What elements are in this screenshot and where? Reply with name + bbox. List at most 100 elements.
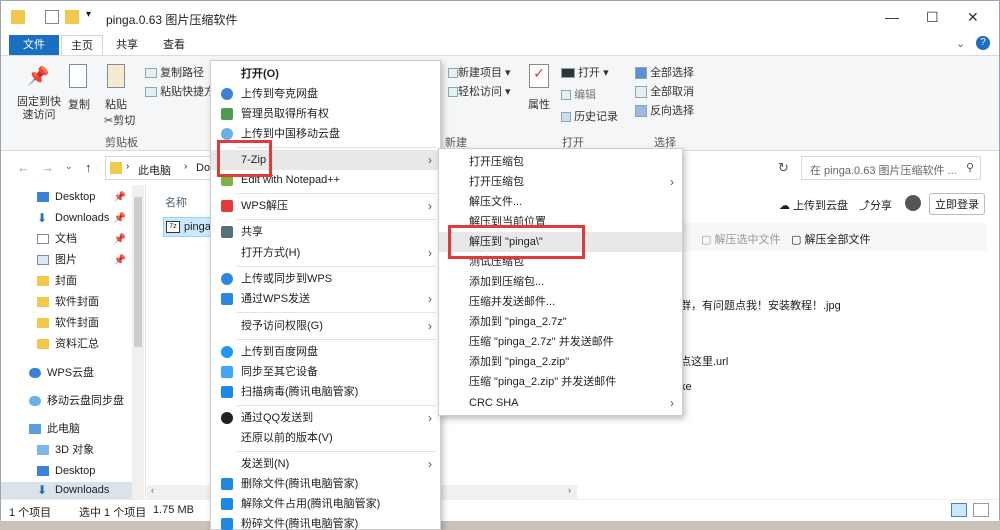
nav-item-pictures[interactable]: 图片 📌: [1, 250, 144, 271]
pin-quick-access-button[interactable]: 固定到快 速访问: [15, 96, 63, 122]
nav-item-wps-cloud[interactable]: WPS云盘: [1, 363, 144, 384]
properties-icon[interactable]: [45, 10, 59, 24]
menu-item-compress-7z-email[interactable]: 压缩 "pinga_2.7z" 并发送邮件: [439, 332, 682, 352]
sevenzip-submenu: 打开压缩包 打开压缩包 › 解压文件... 解压到当前位置 解压到 "pinga\…: [438, 148, 683, 416]
menu-item-sync-device[interactable]: 同步至其它设备: [211, 362, 440, 382]
file-item-selected[interactable]: 7z pinga: [163, 217, 215, 237]
list-item[interactable]: 点这里.url: [680, 353, 728, 369]
back-arrow-icon[interactable]: ←: [17, 160, 30, 175]
menu-item-label: WPS解压: [241, 200, 289, 212]
menu-item-add-to-7z[interactable]: 添加到 "pinga_2.7z": [439, 312, 682, 332]
pin-icon[interactable]: 📌: [27, 66, 49, 86]
quick-access-dropdown-icon[interactable]: ▾: [86, 9, 91, 20]
tab-home[interactable]: 主页: [61, 35, 103, 55]
cut-button[interactable]: ✂剪切: [104, 112, 135, 128]
menu-item-wps-sync[interactable]: 上传或同步到WPS: [211, 269, 440, 289]
avatar[interactable]: [905, 195, 921, 211]
menu-item-extract-files[interactable]: 解压文件...: [439, 192, 682, 212]
new-folder-icon[interactable]: [65, 10, 79, 24]
nav-item-3d-objects[interactable]: 3D 对象: [1, 440, 144, 461]
forward-arrow-icon[interactable]: →: [41, 160, 54, 175]
nav-scrollbar[interactable]: [132, 185, 144, 499]
tab-view[interactable]: 查看: [156, 35, 192, 55]
menu-item-open-with[interactable]: 打开方式(H) ›: [211, 243, 440, 263]
properties-button[interactable]: 属性: [528, 96, 550, 112]
details-view-icon[interactable]: [951, 503, 967, 517]
menu-item-open[interactable]: 打开(O): [211, 64, 440, 84]
nav-item-mobile-cloud[interactable]: 移动云盘同步盘: [1, 391, 144, 412]
menu-item-add-to-archive[interactable]: 添加到压缩包...: [439, 272, 682, 292]
upload-cloud-button[interactable]: ☁ 上传到云盘: [779, 197, 848, 213]
extract-all-button[interactable]: ▢ 解压全部文件: [791, 231, 870, 247]
menu-item-quark-upload[interactable]: 上传到夸克网盘: [211, 84, 440, 104]
list-item[interactable]: 群，有问题点我！安装教程！.jpg: [680, 297, 841, 313]
copy-path-button[interactable]: 复制路径: [145, 64, 204, 80]
menu-item-unlock-file[interactable]: 解除文件占用(腾讯电脑管家): [211, 494, 440, 514]
menu-item-qq-send[interactable]: 通过QQ发送到 ›: [211, 408, 440, 428]
paste-shortcut-button[interactable]: 粘贴快捷方: [145, 83, 215, 99]
menu-item-restore-version[interactable]: 还原以前的版本(V): [211, 428, 440, 448]
breadcrumb-this-pc[interactable]: 此电脑: [138, 162, 171, 178]
search-input[interactable]: 在 pinga.0.63 图片压缩软件 ... ⚲: [801, 156, 981, 180]
paste-button[interactable]: 粘贴: [105, 96, 127, 112]
menu-item-grant-access[interactable]: 授予访问权限(G) ›: [211, 316, 440, 336]
menu-item-compress-zip-email[interactable]: 压缩 "pinga_2.zip" 并发送邮件: [439, 372, 682, 392]
invert-selection-button[interactable]: 反向选择: [635, 102, 694, 118]
properties-check-icon[interactable]: ✓: [529, 64, 549, 88]
nav-item-documents[interactable]: 文档 📌: [1, 229, 144, 250]
nav-item-folder[interactable]: 资料汇总: [1, 334, 144, 355]
select-all-button[interactable]: 全部选择: [635, 64, 694, 80]
scroll-right-icon[interactable]: ›: [568, 485, 571, 495]
copy-icon[interactable]: [69, 64, 87, 88]
close-button[interactable]: ✕: [967, 9, 979, 26]
paste-icon[interactable]: [107, 64, 125, 88]
menu-item-virus-scan[interactable]: 扫描病毒(腾讯电脑管家): [211, 382, 440, 402]
collapse-ribbon-icon[interactable]: ⌄: [956, 37, 965, 50]
nav-item-downloads[interactable]: ⬇ Downloads 📌: [1, 208, 144, 229]
large-icons-view-icon[interactable]: [973, 503, 989, 517]
up-arrow-icon[interactable]: ↑: [85, 160, 92, 175]
menu-item-wps-send[interactable]: 通过WPS发送 ›: [211, 289, 440, 309]
menu-item-crc-sha[interactable]: CRC SHA ›: [439, 393, 682, 413]
help-icon[interactable]: ?: [976, 36, 990, 50]
tab-file[interactable]: 文件: [9, 35, 59, 55]
history-label: 历史记录: [574, 111, 619, 123]
menu-item-compress-email[interactable]: 压缩并发送邮件...: [439, 292, 682, 312]
menu-item-send-to[interactable]: 发送到(N) ›: [211, 454, 440, 474]
minimize-button[interactable]: —: [885, 9, 899, 25]
recent-locations-icon[interactable]: ⌄: [65, 161, 73, 172]
maximize-button[interactable]: ☐: [926, 9, 939, 26]
menu-item-add-to-zip[interactable]: 添加到 "pinga_2.zip": [439, 352, 682, 372]
nav-item-folder[interactable]: 软件封面: [1, 313, 144, 334]
menu-item-shred-file[interactable]: 粉碎文件(腾讯电脑管家): [211, 514, 440, 530]
menu-item-open-archive-sub[interactable]: 打开压缩包 ›: [439, 172, 682, 192]
column-header-name[interactable]: 名称: [165, 194, 187, 210]
menu-item-wps-extract[interactable]: WPS解压 ›: [211, 196, 440, 216]
select-none-button[interactable]: 全部取消: [635, 83, 694, 99]
menu-item-delete-file[interactable]: 删除文件(腾讯电脑管家): [211, 474, 440, 494]
nav-item-downloads-selected[interactable]: ⬇ Downloads: [1, 482, 144, 499]
nav-item-desktop[interactable]: Desktop: [1, 461, 144, 482]
nav-item-folder[interactable]: 软件封面: [1, 292, 144, 313]
refresh-icon[interactable]: ↻: [778, 160, 789, 176]
extract-selected-button[interactable]: ▢ 解压选中文件: [701, 231, 780, 247]
menu-item-take-ownership[interactable]: 管理员取得所有权: [211, 104, 440, 124]
scroll-left-icon[interactable]: ‹: [151, 485, 154, 495]
nav-item-this-pc[interactable]: 此电脑: [1, 419, 144, 440]
tab-share[interactable]: 共享: [109, 35, 145, 55]
nav-item-desktop[interactable]: Desktop 📌: [1, 187, 144, 208]
easy-access-button[interactable]: 轻松访问 ▾: [448, 83, 511, 99]
title-bar: ▾ pinga.0.63 图片压缩软件 — ☐ ✕: [1, 1, 999, 35]
nav-scroll-thumb[interactable]: [134, 197, 142, 347]
copy-button[interactable]: 复制: [68, 96, 90, 112]
open-button[interactable]: 打开 ▾: [561, 64, 609, 80]
history-button[interactable]: 历史记录: [561, 108, 618, 124]
login-button[interactable]: 立即登录: [929, 193, 985, 215]
menu-item-open-archive[interactable]: 打开压缩包: [439, 152, 682, 172]
share-button[interactable]: ⤴分享: [859, 197, 892, 213]
new-item-button[interactable]: 新建项目 ▾: [448, 64, 511, 80]
edit-button[interactable]: 编辑: [561, 86, 596, 102]
menu-item-baidu-upload[interactable]: 上传到百度网盘: [211, 342, 440, 362]
menu-item-share[interactable]: 共享: [211, 222, 440, 242]
nav-item-folder[interactable]: 封面: [1, 271, 144, 292]
